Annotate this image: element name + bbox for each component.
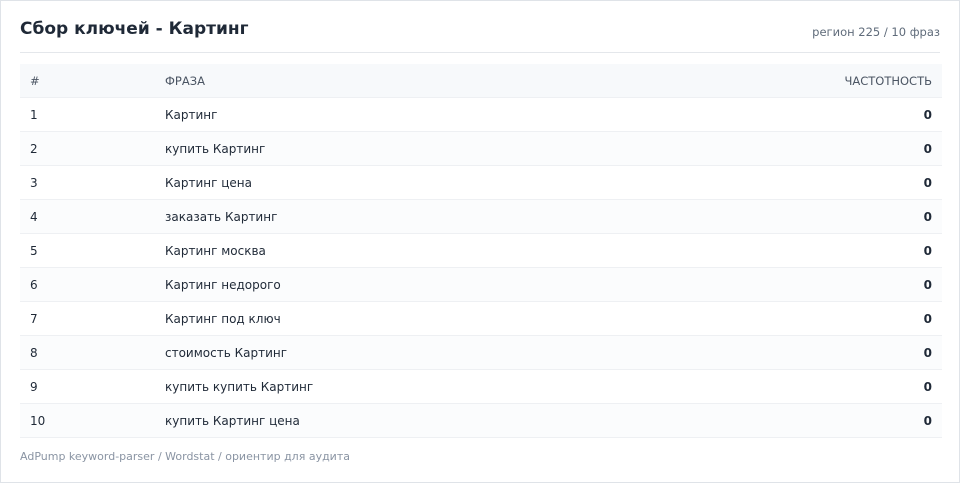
row-phrase: Картинг недорого xyxy=(155,267,782,302)
row-phrase: Картинг цена xyxy=(155,165,782,200)
row-number: 6 xyxy=(20,267,155,302)
row-phrase: Картинг москва xyxy=(155,233,782,268)
row-frequency: 0 xyxy=(782,301,942,336)
row-frequency: 0 xyxy=(782,335,942,370)
row-frequency: 0 xyxy=(782,199,942,234)
table-row: 4 заказать Картинг 0 xyxy=(20,199,942,234)
row-number: 9 xyxy=(20,369,155,404)
row-number: 10 xyxy=(20,403,155,438)
table-row: 8 стоимость Картинг 0 xyxy=(20,335,942,370)
row-frequency: 0 xyxy=(782,131,942,166)
row-phrase: купить Картинг цена xyxy=(155,403,782,438)
table-header-row: # ФРАЗА ЧАСТОТНОСТЬ xyxy=(20,64,942,98)
keyword-table-body: 1 Картинг 0 2 купить Картинг 0 3 Картинг… xyxy=(20,97,942,438)
region-phrase-count: регион 225 / 10 фраз xyxy=(812,25,940,39)
row-number: 2 xyxy=(20,131,155,166)
column-header-number: # xyxy=(20,64,155,98)
row-phrase: Картинг под ключ xyxy=(155,301,782,336)
row-frequency: 0 xyxy=(782,97,942,132)
table-row: 10 купить Картинг цена 0 xyxy=(20,403,942,438)
row-frequency: 0 xyxy=(782,267,942,302)
keyword-table: # ФРАЗА ЧАСТОТНОСТЬ 1 Картинг 0 2 купить… xyxy=(20,64,942,438)
column-header-frequency: ЧАСТОТНОСТЬ xyxy=(782,64,942,98)
column-header-phrase: ФРАЗА xyxy=(155,64,782,98)
table-row: 1 Картинг 0 xyxy=(20,97,942,132)
row-phrase: купить Картинг xyxy=(155,131,782,166)
table-row: 5 Картинг москва 0 xyxy=(20,233,942,268)
page-title: Сбор ключей - Картинг xyxy=(20,19,249,39)
row-frequency: 0 xyxy=(782,369,942,404)
table-row: 6 Картинг недорого 0 xyxy=(20,267,942,302)
row-phrase: стоимость Картинг xyxy=(155,335,782,370)
row-phrase: Картинг xyxy=(155,97,782,132)
source-footnote: AdPump keyword-parser / Wordstat / ориен… xyxy=(20,450,350,463)
row-frequency: 0 xyxy=(782,403,942,438)
table-row: 3 Картинг цена 0 xyxy=(20,165,942,200)
row-number: 5 xyxy=(20,233,155,268)
row-number: 7 xyxy=(20,301,155,336)
table-row: 9 купить купить Картинг 0 xyxy=(20,369,942,404)
table-row: 2 купить Картинг 0 xyxy=(20,131,942,166)
row-number: 4 xyxy=(20,199,155,234)
row-number: 1 xyxy=(20,97,155,132)
row-number: 8 xyxy=(20,335,155,370)
row-number: 3 xyxy=(20,165,155,200)
row-frequency: 0 xyxy=(782,165,942,200)
report-header: Сбор ключей - Картинг регион 225 / 10 фр… xyxy=(20,1,940,53)
table-row: 7 Картинг под ключ 0 xyxy=(20,301,942,336)
row-phrase: заказать Картинг xyxy=(155,199,782,234)
row-phrase: купить купить Картинг xyxy=(155,369,782,404)
row-frequency: 0 xyxy=(782,233,942,268)
keyword-report-panel: Сбор ключей - Картинг регион 225 / 10 фр… xyxy=(0,0,960,483)
